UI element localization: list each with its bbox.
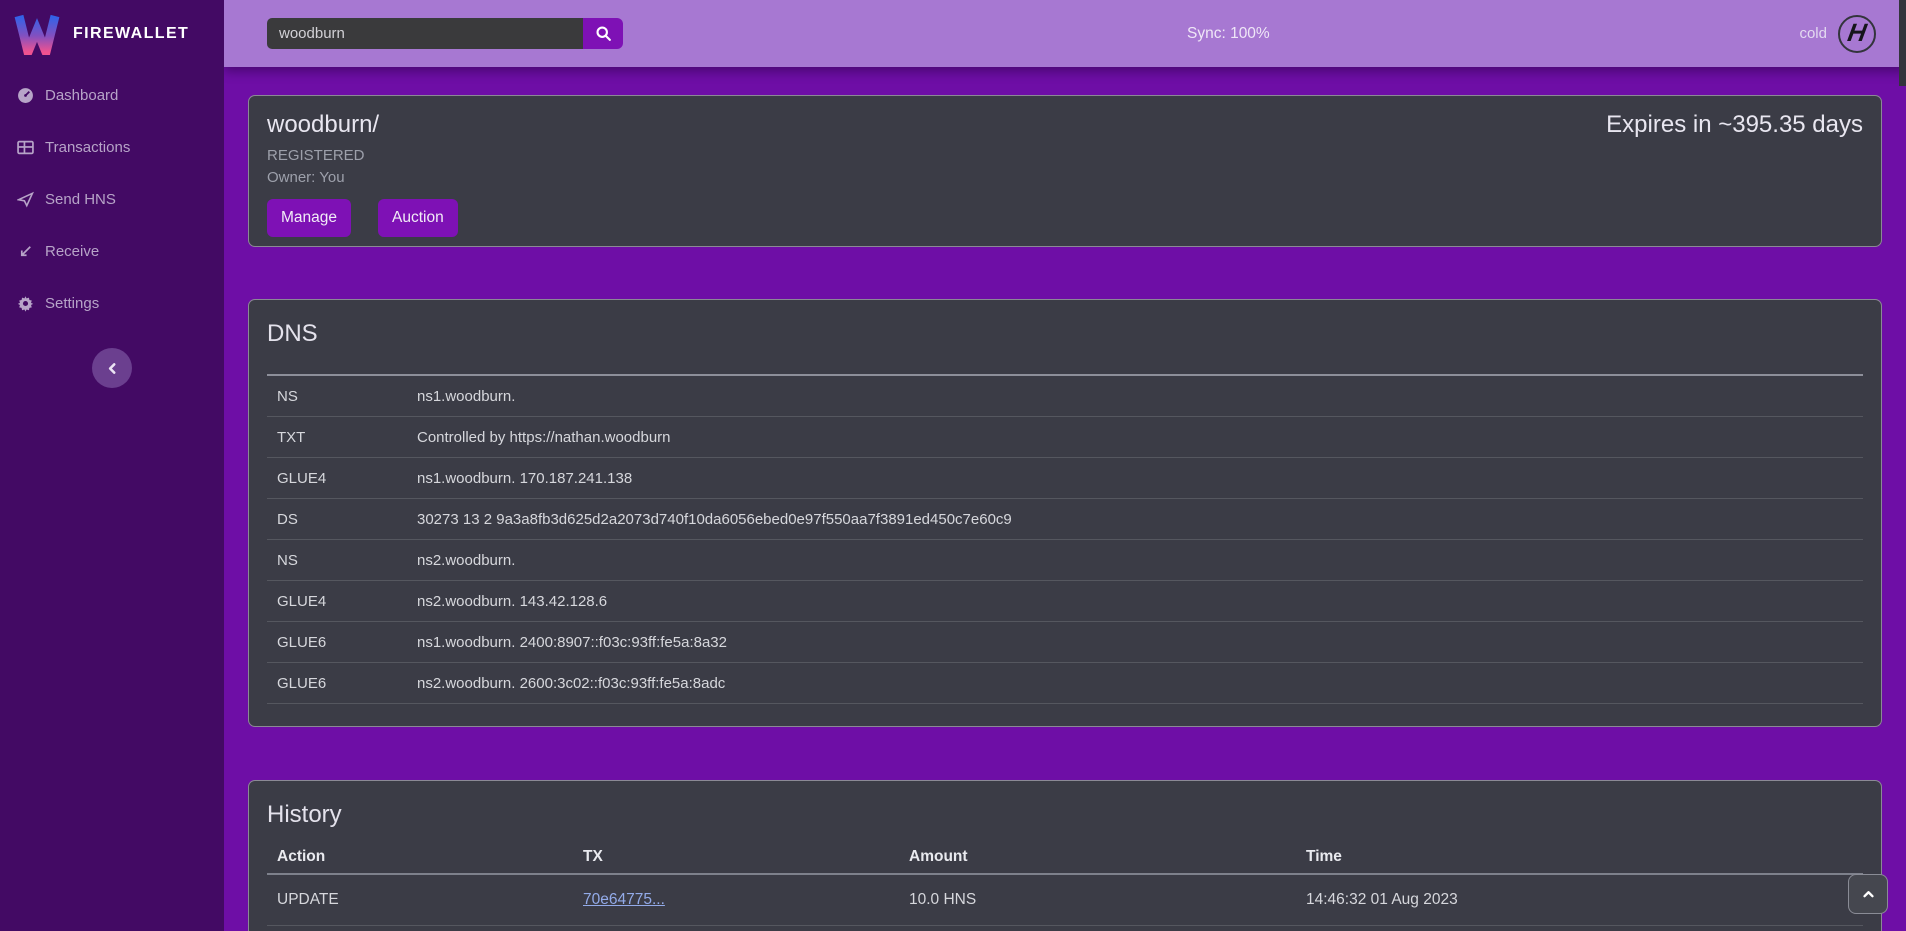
search-button[interactable] [583, 18, 623, 49]
domain-card: woodburn/ Expires in ~395.35 days REGIST… [248, 95, 1882, 247]
dns-record-row: TXT Controlled by https://nathan.woodbur… [267, 417, 1863, 458]
wallet-name-label: cold [1799, 25, 1827, 42]
settings-icon [17, 295, 34, 312]
history-amount: 10.0 HNS [899, 891, 1296, 909]
app-root: FIREWALLET Dashboard Transactions [0, 0, 1906, 931]
app-logo[interactable]: FIREWALLET [0, 0, 224, 58]
dns-record-row: GLUE6 ns2.woodburn. 2600:3c02::f03c:93ff… [267, 663, 1863, 704]
sync-status: Sync: 100% [1187, 0, 1270, 67]
handshake-icon[interactable]: H [1838, 15, 1876, 53]
send-icon [17, 191, 34, 208]
dns-record-value: ns2.woodburn. [407, 552, 1863, 569]
dashboard-icon [17, 87, 34, 104]
column-header-time: Time [1296, 848, 1863, 866]
dns-record-type: GLUE4 [267, 470, 407, 487]
sidebar-item-label: Transactions [45, 139, 130, 156]
column-header-action: Action [267, 848, 573, 866]
topbar: Sync: 100% cold H [224, 0, 1906, 67]
history-title: History [267, 801, 1863, 829]
sidebar-item-receive[interactable]: Receive [0, 225, 224, 277]
scroll-to-top-button[interactable] [1848, 874, 1888, 914]
search-group [267, 18, 623, 49]
sidebar-item-label: Dashboard [45, 87, 118, 104]
receive-icon [17, 243, 34, 260]
sidebar-collapse-button[interactable] [92, 348, 132, 388]
dns-record-value: ns1.woodburn. 2400:8907::f03c:93ff:fe5a:… [407, 634, 1863, 651]
dns-record-type: GLUE4 [267, 593, 407, 610]
search-icon [595, 25, 612, 42]
dns-record-value: Controlled by https://nathan.woodburn [407, 429, 1863, 446]
column-header-tx: TX [573, 848, 899, 866]
history-header-row: Action TX Amount Time [267, 841, 1863, 875]
column-header-amount: Amount [899, 848, 1296, 866]
dns-record-value: ns2.woodburn. 143.42.128.6 [407, 593, 1863, 610]
dns-title: DNS [267, 320, 1863, 348]
sidebar-item-send-hns[interactable]: Send HNS [0, 173, 224, 225]
dns-record-type: GLUE6 [267, 634, 407, 651]
domain-owner: Owner: You [267, 169, 1863, 186]
chevron-up-icon [1861, 887, 1876, 902]
auction-button[interactable]: Auction [378, 199, 458, 237]
search-input[interactable] [267, 18, 583, 49]
dns-record-row: GLUE4 ns2.woodburn. 143.42.128.6 [267, 581, 1863, 622]
history-card: History Action TX Amount Time UPDATE 70e… [248, 780, 1882, 931]
domain-name: woodburn/ [267, 111, 379, 139]
firewallet-logo-icon [14, 13, 60, 55]
dns-record-type: NS [267, 552, 407, 569]
history-table: Action TX Amount Time UPDATE 70e64775...… [267, 841, 1863, 931]
dns-record-type: TXT [267, 429, 407, 446]
dns-record-type: DS [267, 511, 407, 528]
history-time: 14:46:32 01 Aug 2023 [1296, 891, 1863, 909]
history-row: RENEW d79e64f2... 10.0 HNS 15:47:06 07 F… [267, 926, 1863, 931]
dns-record-value: ns1.woodburn. 170.187.241.138 [407, 470, 1863, 487]
dns-record-value: ns1.woodburn. [407, 388, 1863, 405]
history-action: UPDATE [267, 891, 573, 909]
sidebar-item-label: Settings [45, 295, 99, 312]
dns-table: NS ns1.woodburn. TXT Controlled by https… [267, 374, 1863, 704]
dns-record-row: DS 30273 13 2 9a3a8fb3d625d2a2073d740f10… [267, 499, 1863, 540]
scrollbar-thumb[interactable] [1899, 0, 1906, 86]
domain-expiry: Expires in ~395.35 days [1606, 111, 1863, 139]
sidebar: FIREWALLET Dashboard Transactions [0, 0, 224, 931]
tx-link[interactable]: 70e64775... [583, 891, 665, 908]
dns-card: DNS NS ns1.woodburn. TXT Controlled by h… [248, 299, 1882, 727]
dns-record-type: GLUE6 [267, 675, 407, 692]
sidebar-item-label: Send HNS [45, 191, 116, 208]
dns-record-row: GLUE4 ns1.woodburn. 170.187.241.138 [267, 458, 1863, 499]
sidebar-item-dashboard[interactable]: Dashboard [0, 69, 224, 121]
wallet-indicator: cold H [1799, 0, 1876, 67]
dns-record-value: 30273 13 2 9a3a8fb3d625d2a2073d740f10da6… [407, 511, 1863, 528]
sidebar-nav: Dashboard Transactions Send HNS [0, 69, 224, 329]
history-row: UPDATE 70e64775... 10.0 HNS 14:46:32 01 … [267, 875, 1863, 926]
dns-record-row: NS ns1.woodburn. [267, 376, 1863, 417]
dns-record-row: NS ns2.woodburn. [267, 540, 1863, 581]
chevron-left-icon [106, 362, 119, 375]
manage-button[interactable]: Manage [267, 199, 351, 237]
dns-record-value: ns2.woodburn. 2600:3c02::f03c:93ff:fe5a:… [407, 675, 1863, 692]
sidebar-item-settings[interactable]: Settings [0, 277, 224, 329]
app-title: FIREWALLET [73, 25, 189, 43]
domain-status: REGISTERED [267, 147, 1863, 164]
transactions-icon [17, 139, 34, 156]
sidebar-item-transactions[interactable]: Transactions [0, 121, 224, 173]
dns-record-type: NS [267, 388, 407, 405]
dns-record-row: GLUE6 ns1.woodburn. 2400:8907::f03c:93ff… [267, 622, 1863, 663]
sidebar-item-label: Receive [45, 243, 99, 260]
